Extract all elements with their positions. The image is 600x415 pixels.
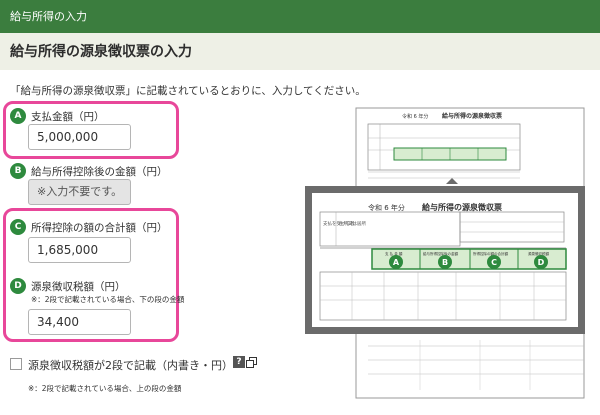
income-after-deduction-field: ※入力不要です。 — [28, 179, 131, 205]
footnote-text: ※：2段で記載されている場合、上の段の金額 — [28, 384, 182, 393]
marker-c-label: C — [491, 258, 497, 267]
lower-grid — [319, 271, 567, 321]
two-tier-tax-label[interactable]: 源泉徴収税額が2段で記載（内書き・円） — [28, 357, 233, 373]
marker-c-icon — [487, 255, 501, 269]
header-withholding: 源泉徴収税額 — [528, 251, 549, 256]
header-after-deduction: 給与所得控除後の金額 — [423, 251, 458, 256]
total-deduction-input[interactable]: 1,685,000 — [28, 237, 131, 263]
payment-amount-label: 支払金額（円） — [31, 111, 105, 123]
income-after-deduction-label: 給与所得控除後の金額（円） — [31, 166, 168, 178]
small-slip-year: 令和 6 年分 — [402, 113, 428, 120]
popup-window-icon[interactable] — [246, 357, 257, 368]
instruction-text: 「給与所得の源泉徴収票」に記載されているとおりに、入力してください。 — [10, 85, 366, 97]
zoom-sheet — [312, 193, 578, 327]
header-total-deduction: 所得控除の額の合計額 — [473, 251, 508, 256]
header-payment: 支 払 金 額 — [385, 251, 403, 256]
withholding-tax-label: 源泉徴収税額（円） — [31, 281, 126, 293]
marker-a-label: A — [393, 258, 400, 267]
badge-c-icon: C — [10, 219, 26, 235]
marker-b-label: B — [442, 258, 448, 267]
total-deduction-label: 所得控除の額の合計額（円） — [31, 222, 168, 234]
page-title: 給与所得の源泉徴収票の入力 — [10, 44, 192, 60]
two-tier-tax-checkbox[interactable] — [10, 358, 22, 370]
small-slip-title: 給与所得の源泉徴収票 — [442, 112, 502, 120]
amounts-row-highlight — [371, 248, 567, 270]
marker-d-label: D — [538, 258, 545, 267]
zoom-frame — [305, 186, 585, 334]
badge-d-icon: D — [10, 278, 26, 294]
marker-b-icon — [438, 255, 452, 269]
zoom-year: 令和 6 年分 — [368, 203, 405, 212]
payment-amount-input[interactable]: 5,000,000 — [28, 124, 131, 150]
small-slip-sheet — [355, 107, 585, 399]
marker-d-icon — [534, 255, 548, 269]
withholding-tax-note: ※：2段で記載されている場合、下の段の金額 — [31, 295, 185, 304]
app-topbar: 給与所得の入力 — [0, 0, 600, 33]
help-icon[interactable]: ? — [233, 356, 245, 368]
badge-b-icon: B — [10, 163, 26, 179]
marker-a-icon — [389, 255, 403, 269]
page-header: 給与所得の源泉徴収票の入力 — [0, 33, 600, 70]
topbar-title: 給与所得の入力 — [10, 10, 87, 23]
zoom-pointer — [446, 178, 458, 184]
badge-a-icon: A — [10, 108, 26, 124]
label-address: 住所又は居所 — [339, 220, 366, 227]
label-payee: 支払を受ける者 — [323, 220, 355, 227]
withholding-tax-input[interactable]: 34,400 — [28, 309, 131, 335]
zoom-title: 給与所得の源泉徴収票 — [422, 202, 502, 212]
